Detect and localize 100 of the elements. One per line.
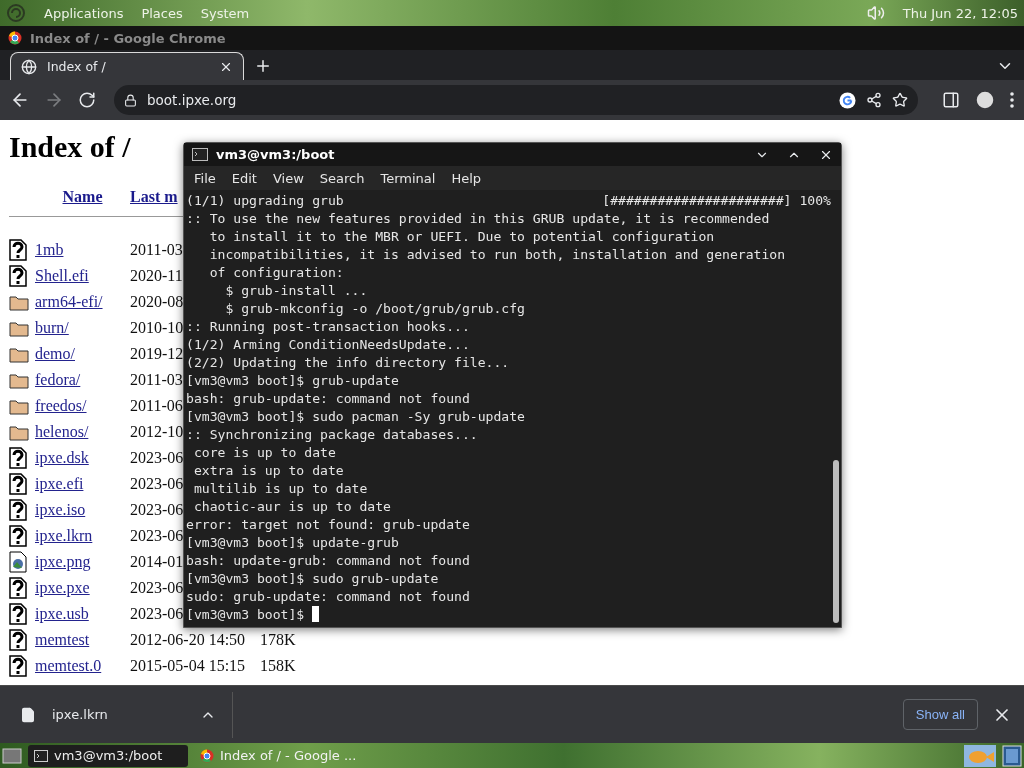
terminal-line: $ grub-mkconfig -o /boot/grub/grub.cfg — [224, 300, 525, 316]
unknown-file-icon — [9, 577, 27, 599]
menu-item[interactable]: File — [186, 170, 224, 186]
file-link[interactable]: fedora/ — [35, 367, 81, 393]
spiral-logo-icon — [6, 3, 26, 23]
download-item[interactable]: ipxe.lkrn — [20, 691, 233, 738]
file-link[interactable]: demo/ — [35, 341, 75, 367]
progress-percent: 100% — [799, 192, 831, 208]
terminal-line: chaotic-aur is up to date — [192, 498, 391, 514]
terminal-icon — [34, 749, 48, 762]
terminal-line: multilib is up to date — [192, 480, 368, 496]
file-link[interactable]: memtest — [35, 627, 90, 653]
star-icon[interactable] — [892, 92, 908, 108]
volume-icon[interactable] — [866, 4, 885, 22]
file-link[interactable]: ipxe.dsk — [35, 445, 89, 471]
unknown-file-icon — [9, 655, 27, 677]
terminal-line: incompatibilities, it is advised to run both, installation and generation — [208, 246, 786, 262]
unknown-file-icon — [9, 265, 27, 287]
file-link[interactable]: ipxe.usb — [35, 601, 89, 627]
round-logo-icon — [8, 31, 22, 45]
browser-tab[interactable]: Index of / — [10, 52, 244, 80]
unknown-file-icon — [9, 447, 27, 469]
menu-item[interactable]: Terminal — [372, 170, 444, 186]
scrollbar-thumb[interactable] — [833, 460, 839, 623]
modified-date: 2011-06 — [130, 396, 183, 416]
modified-date: 2023-06 — [130, 448, 184, 468]
file-link[interactable]: memtest.0 — [35, 653, 102, 679]
menu-item[interactable]: Edit — [223, 170, 265, 186]
modified-date: 2020-11 — [130, 266, 183, 286]
window-icon[interactable] — [1002, 744, 1022, 767]
file-link[interactable]: ipxe.efi — [35, 471, 84, 497]
round-logo-icon — [200, 748, 214, 763]
terminal-line: extra is up to date — [192, 462, 344, 478]
show-all-button[interactable]: Show all — [902, 699, 978, 730]
image-file-icon — [9, 551, 27, 573]
unknown-file-icon — [9, 603, 27, 625]
modified-date: 2012-10 — [130, 422, 184, 442]
column-heading-link[interactable]: Last m — [130, 188, 178, 206]
modified-date: 2011-03 — [130, 240, 183, 260]
plus-icon — [254, 57, 272, 75]
terminal-line: [vm3@vm3 boot]$ update-grub — [186, 534, 399, 550]
file-link[interactable]: Shell.efi — [35, 263, 89, 289]
terminal-line: (1/2) Arming ConditionNeedsUpdate... — [186, 336, 470, 352]
avatar-icon — [974, 89, 996, 111]
terminal-line: to install it to the MBR or UEFI. Due to potential configuration — [208, 228, 715, 244]
globe-icon — [21, 58, 37, 75]
file-link[interactable]: arm64-efi/ — [35, 289, 103, 315]
profile-button[interactable] — [974, 89, 996, 111]
terminal-line: [vm3@vm3 boot]$ grub-update — [186, 372, 399, 388]
modified-date: 2014-01 — [130, 552, 184, 572]
modified-date: 2010-10 — [130, 318, 184, 338]
file-link[interactable]: ipxe.pxe — [35, 575, 90, 601]
terminal-line: :: Running post-transaction hooks... — [186, 318, 470, 334]
folder-icon — [9, 345, 29, 363]
modified-date: 2023-06 — [130, 578, 184, 598]
file-link[interactable]: ipxe.lkrn — [35, 523, 93, 549]
terminal-line: bash: grub-update: command not found — [186, 390, 470, 406]
terminal-icon — [192, 148, 208, 161]
file-icon — [20, 706, 36, 723]
file-link[interactable]: ipxe.png — [35, 549, 91, 575]
share-icon[interactable] — [866, 92, 882, 108]
unknown-file-icon — [9, 629, 27, 651]
file-size: 158K — [260, 656, 296, 676]
modified-date: 2011-03 — [130, 370, 183, 390]
folder-icon — [9, 371, 29, 389]
modified-date: 2015-05-04 15:15 — [130, 656, 246, 676]
unknown-file-icon — [9, 239, 27, 261]
terminal-line: :: To use the new features provided in this GRUB update, it is recommended — [186, 210, 770, 226]
terminal-line: core is up to date — [192, 444, 336, 460]
side-panel-button[interactable] — [942, 91, 960, 109]
terminal-line: :: Synchronizing package databases... — [186, 426, 478, 442]
terminal-line: bash: update-grub: command not found — [186, 552, 470, 568]
fish-icon[interactable] — [964, 744, 996, 767]
menu-item[interactable]: View — [264, 170, 312, 186]
desktop-icon[interactable] — [2, 746, 22, 765]
terminal-line: sudo: grub-update: command not found — [186, 588, 470, 604]
terminal-line: [vm3@vm3 boot]$ sudo pacman -Sy grub-update — [186, 408, 525, 424]
folder-icon — [9, 293, 29, 311]
modified-date: 2019-12 — [130, 344, 184, 364]
file-link[interactable]: burn/ — [35, 315, 69, 341]
reload-button[interactable] — [78, 91, 96, 109]
address-bar[interactable]: boot.ipxe.org — [114, 85, 918, 115]
file-link[interactable]: 1mb — [35, 237, 64, 263]
menu-item[interactable]: Search — [311, 170, 373, 186]
folder-icon — [9, 397, 29, 415]
g-logo-icon[interactable] — [839, 91, 856, 109]
page-heading: Index of / — [9, 130, 131, 164]
menu-item[interactable]: Help — [443, 170, 490, 186]
menu-button[interactable] — [1010, 92, 1014, 108]
file-link[interactable]: ipxe.iso — [35, 497, 86, 523]
terminal-line: $ grub-install ... — [224, 282, 368, 298]
file-link[interactable]: helenos/ — [35, 419, 89, 445]
modified-date: 2023-06 — [130, 526, 184, 546]
terminal-line: error: target not found: grub-update — [186, 516, 470, 532]
taskbar-button[interactable]: vm3@vm3:/boot — [28, 744, 188, 767]
column-heading-link[interactable]: Name — [62, 188, 103, 206]
modified-date: 2020-08 — [130, 292, 184, 312]
panel-menu[interactable]: Applications — [44, 5, 124, 21]
file-link[interactable]: freedos/ — [35, 393, 87, 419]
folder-icon — [9, 319, 29, 337]
